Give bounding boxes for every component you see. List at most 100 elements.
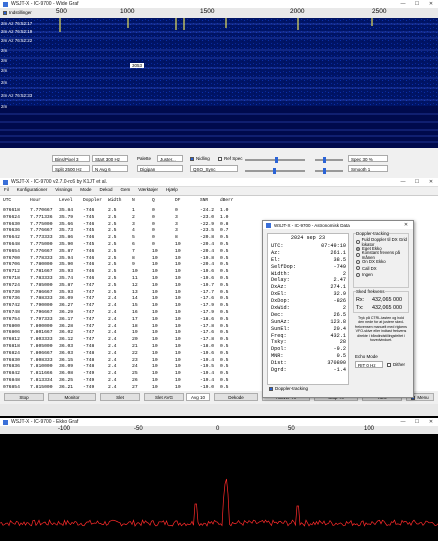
scale-tick: 500 (56, 8, 67, 15)
gain-slider[interactable] (245, 157, 305, 163)
astro-value: 370890 (327, 360, 346, 367)
doppler-option[interactable]: Fuld Doppler til DX Grid lokator (356, 237, 408, 247)
astro-value: -1.4 (333, 367, 346, 374)
close-button[interactable]: ✕ (399, 222, 413, 228)
table-cell: 7.803333 (30, 337, 53, 343)
dither-checkbox[interactable]: Dither (387, 362, 405, 367)
astro-key: DxDop: (271, 298, 290, 305)
astro-key: Dist: (271, 360, 287, 367)
table-cell: 1.0 (220, 214, 229, 220)
slider-handle[interactable] (275, 157, 278, 163)
menu-save[interactable]: Gem (121, 186, 131, 193)
doppler-option[interactable]: Ingen (356, 272, 408, 279)
table-cell: -746 (83, 248, 95, 254)
erase-button[interactable]: Slet (100, 393, 140, 401)
waterfall-zero-slider[interactable] (315, 168, 343, 174)
astro-value: -826 (333, 298, 346, 305)
table-cell: 076848 (3, 377, 20, 383)
table-cell: 10 (175, 241, 181, 247)
table-cell: 10 (152, 337, 158, 343)
menu-configurations[interactable]: Konfigurationer (17, 186, 48, 193)
monitor-button[interactable]: Monitor (48, 393, 96, 401)
close-button[interactable]: ✕ (424, 1, 438, 7)
radio-icon (356, 259, 360, 264)
astro-value-row: Width: 2 (268, 271, 348, 278)
table-cell: 0.5 (220, 343, 229, 349)
settings-checkbox[interactable]: Indstillinger (1, 9, 34, 16)
close-button[interactable]: ✕ (424, 419, 438, 425)
table-cell: 11 (132, 275, 138, 281)
stop-button[interactable]: Stop (4, 393, 44, 401)
table-cell: 076648 (3, 241, 20, 247)
astro-value-row: DxWid: 2 (268, 305, 348, 312)
table-cell: 16 (132, 309, 138, 315)
maximize-button[interactable]: ☐ (410, 1, 424, 7)
clear-avg-button[interactable]: Slet AVG (144, 393, 184, 401)
start-frequency-spinner[interactable]: Start 300 Hz (92, 155, 128, 162)
astro-key: Az: (271, 249, 281, 256)
table-cell: 10 (152, 303, 158, 309)
table-body: 076618 7.770667 35.84 -746 2.5 1 0 0 -24.2 1.0 076… (3, 208, 265, 392)
menu-help[interactable]: Hjælp (166, 186, 178, 193)
slider-handle[interactable] (323, 157, 326, 163)
close-button[interactable]: ✕ (424, 179, 438, 185)
table-cell: 7.771336 (30, 214, 53, 220)
table-cell: 1.0 (220, 208, 229, 213)
table-cell: -20.4 (200, 241, 215, 247)
astro-value: 2.47 (333, 277, 346, 284)
table-cell: 35.74 (59, 275, 74, 281)
bins-per-pixel-spinner[interactable]: Bins/Pixel 3 (52, 155, 90, 162)
menu-decode[interactable]: Dekod (99, 186, 112, 193)
split-spinner[interactable]: Split 2500 Hz (52, 165, 90, 172)
spectrum-type-select[interactable]: QSO_Sync (190, 165, 238, 172)
astro-key: SunEl: (271, 325, 290, 332)
table-cell: 076654 (3, 248, 20, 254)
table-cell: -749 (83, 371, 95, 377)
menu-file[interactable]: Fil (4, 186, 9, 193)
slider-handle[interactable] (273, 168, 276, 174)
table-cell: 7.781667 (30, 269, 53, 275)
table-cell: 35.84 (59, 208, 74, 213)
table-cell: -747 (83, 316, 95, 322)
flatten-checkbox[interactable]: Nidling (190, 156, 210, 161)
slider-handle[interactable] (323, 168, 326, 174)
doppler-tracking-checkbox[interactable]: Doppler-tracking (269, 386, 308, 391)
table-cell: 2.4 (108, 343, 117, 349)
n-avg-spinner[interactable]: N Avg 6 (92, 165, 128, 172)
zero-slider[interactable] (245, 168, 305, 174)
rit-select[interactable]: RIT 0 Hz (355, 361, 383, 368)
palette-select[interactable]: Digipan (137, 165, 183, 172)
echo-frequency-scale: -100 -50 0 50 100 (0, 426, 438, 434)
wide-graph-controls: Bins/Pixel 3 Start 300 Hz Split 2500 Hz … (0, 150, 438, 178)
radio-icon (356, 246, 360, 251)
echo-spectrum-plot[interactable] (0, 434, 438, 539)
table-cell: 35.87 (59, 282, 74, 288)
menu-tools[interactable]: Værktøjer (138, 186, 158, 193)
waterfall-display[interactable]: 2m Az 76:52:17 2m Az 76:52:19 2m Az 76:5… (0, 18, 438, 148)
spec-percent-spinner[interactable]: Spec 30 % (348, 155, 388, 162)
minimize-button[interactable]: — (396, 419, 410, 425)
adjust-button[interactable]: Juster... (157, 155, 183, 162)
avg-spinner[interactable]: Avg 10 (186, 393, 210, 401)
waterfall-gain-slider[interactable] (315, 157, 343, 163)
table-row: 076724 7.785000 35.87 -747 2.5 12 10 10 -19.7 0.5 (3, 283, 265, 290)
smooth-spinner[interactable]: Smooth 1 (348, 165, 388, 172)
minimize-button[interactable]: — (396, 1, 410, 7)
table-cell: 0 (175, 208, 178, 213)
table-cell: 0.5 (220, 350, 229, 356)
maximize-button[interactable]: ☐ (410, 419, 424, 425)
table-cell: -18.6 (200, 316, 215, 322)
ref-spec-checkbox[interactable]: Ref Spec (218, 156, 243, 161)
decode-button[interactable]: Dekode (214, 393, 258, 401)
table-cell: 4 (132, 228, 135, 234)
minimize-button[interactable]: — (396, 179, 410, 185)
col-df: DF (175, 198, 181, 203)
astro-values-panel: 2024 sep 23 UTC: 07:49:10 Az: 261.1 El: 38.5 S… (267, 233, 349, 385)
doppler-option[interactable]: Konstant frevens på månen (356, 250, 408, 260)
table-row: 076848 7.813334 36.25 -749 2.4 26 10 10 -19.4 0.5 (3, 378, 265, 385)
table-cell: 36.25 (59, 377, 74, 383)
menu-view[interactable]: Visnings (55, 186, 72, 193)
maximize-button[interactable]: ☐ (410, 179, 424, 185)
menu-mode[interactable]: Mode (80, 186, 91, 193)
table-cell: 2.4 (108, 371, 117, 377)
